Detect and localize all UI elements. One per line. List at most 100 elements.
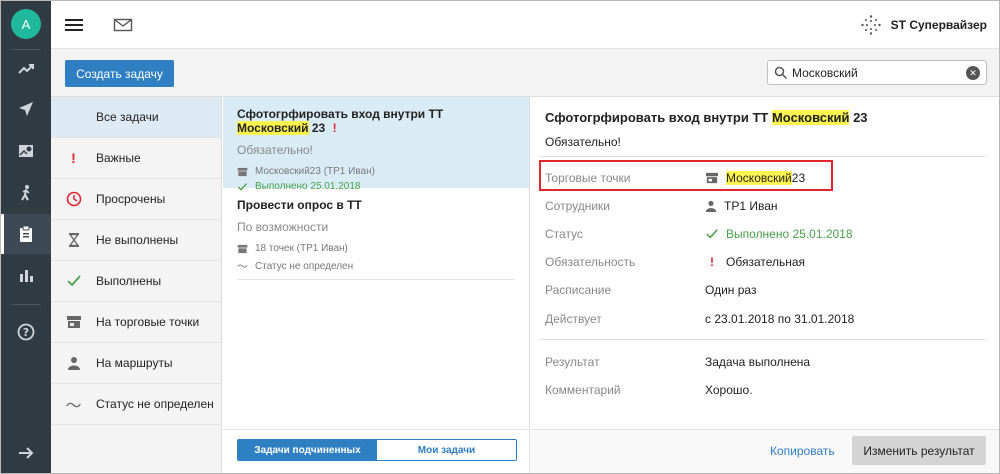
avatar[interactable]: A <box>11 9 41 39</box>
detail-title-text: Сфотогрфировать вход внутри ТТ <box>545 110 772 125</box>
field-points: Торговые точки Московский23 <box>545 168 985 188</box>
field-result: Результат Задача выполнена <box>545 352 985 372</box>
field-value: Хорошо. <box>705 383 753 397</box>
copy-link[interactable]: Копировать <box>770 444 835 458</box>
top-bar: ST Супервайзер <box>51 1 999 49</box>
rail-divider <box>11 304 41 305</box>
task-priority: По возможности <box>237 220 329 234</box>
hourglass-icon <box>51 232 96 248</box>
field-label: Действует <box>545 312 602 326</box>
search-icon <box>774 66 788 79</box>
filter-not-done[interactable]: Не выполнены <box>51 220 221 261</box>
filter-status-unknown[interactable]: ～ Статус не определен <box>51 384 221 425</box>
trend-icon[interactable] <box>1 49 51 89</box>
task-priority: Обязательно! <box>237 143 313 157</box>
bar-chart-icon[interactable] <box>1 255 51 295</box>
store-icon <box>237 167 248 176</box>
tab-subordinates-tasks[interactable]: Задачи подчиненных <box>238 440 377 460</box>
change-result-button[interactable]: Изменить результат <box>852 436 986 465</box>
clear-search-icon[interactable]: ✕ <box>966 66 980 80</box>
field-status: Статус Выполнено 25.01.2018 <box>545 224 985 244</box>
detail-footer: Копировать Изменить результат <box>531 429 999 473</box>
field-schedule: Расписание Один раз <box>545 280 985 300</box>
task-title: Сфотогрфировать вход внутри ТТ Московски… <box>237 107 515 135</box>
filter-list: Все задачи ! Важные Просрочены Не выполн… <box>51 97 222 473</box>
task-title-suffix: 23 <box>308 121 326 135</box>
filter-label: Выполнены <box>96 274 162 288</box>
filter-label: Не выполнены <box>96 233 179 247</box>
divider <box>539 339 987 340</box>
divider <box>237 279 515 280</box>
filter-important[interactable]: ! Важные <box>51 138 221 179</box>
toolbar: Создать задачу ✕ <box>51 49 999 97</box>
task-detail: Сфотогрфировать вход внутри ТТ Московски… <box>531 97 999 473</box>
field-label: Сотрудники <box>545 199 610 213</box>
divider <box>539 156 987 157</box>
field-value: ТР1 Иван <box>705 199 778 213</box>
svg-text:?: ? <box>23 326 29 339</box>
task-meta: Московский23 (ТР1 Иван) <box>237 166 515 177</box>
hamburger-menu-icon[interactable] <box>65 16 83 34</box>
create-task-button[interactable]: Создать задачу <box>65 60 174 87</box>
filter-routes[interactable]: На маршруты <box>51 343 221 384</box>
filter-label: На маршруты <box>96 356 173 370</box>
left-rail: A ? <box>1 1 51 473</box>
task-item-selected[interactable]: Сфотогрфировать вход внутри ТТ Московски… <box>223 97 529 192</box>
walking-icon[interactable] <box>1 173 51 213</box>
store-icon <box>237 244 248 253</box>
help-icon[interactable]: ? <box>1 312 51 352</box>
logout-arrow-icon[interactable] <box>1 433 51 473</box>
field-staff: Сотрудники ТР1 Иван <box>545 196 985 216</box>
person-icon <box>51 356 96 370</box>
navigation-icon[interactable] <box>1 89 51 129</box>
field-value-suffix: 23 <box>791 171 806 185</box>
field-value: Один раз <box>705 283 757 297</box>
search-box: ✕ <box>767 60 987 85</box>
filter-label: Все задачи <box>96 110 159 124</box>
clipboard-icon[interactable] <box>1 214 51 254</box>
filter-label: Важные <box>96 151 141 165</box>
task-status: Статус не определен <box>255 260 354 272</box>
tilde-icon: ～ <box>65 398 82 415</box>
field-label: Торговые точки <box>545 171 631 185</box>
field-value: с 23.01.2018 по 31.01.2018 <box>705 312 855 326</box>
check-icon <box>706 229 718 239</box>
task-meta: ～ Статус не определен <box>237 258 515 274</box>
status-text: Выполнено 25.01.2018 <box>726 227 853 241</box>
detail-title: Сфотогрфировать вход внутри ТТ Московски… <box>545 110 868 125</box>
store-icon <box>51 315 96 329</box>
filter-label: На торговые точки <box>96 315 200 329</box>
task-target: 18 точек (ТР1 Иван) <box>255 243 348 254</box>
exclamation-icon: ! <box>71 150 76 166</box>
field-label: Комментарий <box>545 383 621 397</box>
task-item[interactable]: Провести опрос в ТТ По возможности 18 то… <box>223 188 529 279</box>
filter-done[interactable]: Выполнены <box>51 261 221 302</box>
filter-label: Статус не определен <box>96 397 214 411</box>
field-value: Задача выполнена <box>705 355 811 369</box>
field-label: Результат <box>545 355 600 369</box>
mail-icon[interactable] <box>113 15 133 35</box>
clock-icon <box>51 191 96 207</box>
check-icon <box>51 274 96 288</box>
tab-my-tasks[interactable]: Мои задачи <box>377 440 516 460</box>
field-value: Московский23 <box>705 171 805 185</box>
filter-overdue[interactable]: Просрочены <box>51 179 221 220</box>
task-target: Московский23 (ТР1 Иван) <box>255 166 375 177</box>
filter-all[interactable]: Все задачи <box>51 97 221 138</box>
search-highlight: Московский <box>726 171 792 185</box>
field-label: Обязательность <box>545 255 636 269</box>
important-mark: ! <box>332 121 337 135</box>
brand-name: ST Супервайзер <box>890 18 987 32</box>
brand: ST Супервайзер <box>860 15 987 35</box>
task-title-text: Сфотогрфировать вход внутри ТТ <box>237 107 444 121</box>
map-icon[interactable] <box>1 131 51 171</box>
field-value: Выполнено 25.01.2018 <box>705 227 853 241</box>
search-input[interactable] <box>792 65 962 80</box>
task-title: Провести опрос в ТТ <box>237 198 362 212</box>
filter-stores[interactable]: На торговые точки <box>51 302 221 343</box>
field-comment: Комментарий Хорошо. <box>545 380 985 400</box>
person-icon <box>705 200 717 212</box>
field-label: Расписание <box>545 283 612 297</box>
divider <box>223 429 529 430</box>
search-highlight: Московский <box>771 110 850 125</box>
